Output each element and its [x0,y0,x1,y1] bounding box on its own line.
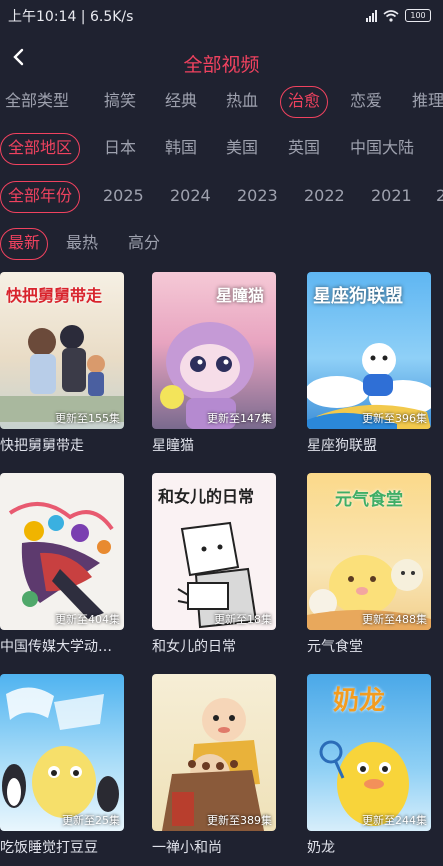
header: 全部视频 [0,40,443,82]
poster-art [162,698,264,831]
video-poster[interactable]: 快把舅舅带走 更新至155集 [0,272,124,429]
video-poster[interactable]: 星座狗联盟 更新至396集 [307,272,431,429]
poster-art [2,687,119,818]
filter-type-action[interactable]: 热血 [226,86,258,116]
filter-type-funny[interactable]: 搞笑 [104,86,136,116]
video-title[interactable]: 星座狗联盟 [307,435,431,455]
update-badge: 更新至389集 [207,814,272,827]
signal-icon [366,9,377,22]
update-badge: 更新至396集 [362,412,427,425]
video-poster[interactable]: 奶龙 更新至244集 [307,674,431,831]
battery-icon: 100 [405,9,431,22]
region-filter-row: 全部地区 日本 韩国 美国 英国 中国大陆 [0,133,443,167]
video-title[interactable]: 元气食堂 [307,636,431,656]
poster-title-text: 奶龙 [333,686,386,716]
video-title[interactable]: 吃饭睡觉打豆豆 [0,837,124,857]
video-poster[interactable]: 更新至25集 [0,674,124,831]
poster-art [8,501,114,619]
filter-year-2024[interactable]: 2024 [170,181,211,211]
filter-year-more[interactable]: 2 [436,181,443,211]
status-icons: 100 [366,9,431,22]
year-filter-row: 全部年份 2025 2024 2023 2022 2021 2 [0,181,443,215]
filter-region-korea[interactable]: 韩国 [165,133,197,163]
filter-region-all[interactable]: 全部地区 [0,133,81,165]
filter-region-usa[interactable]: 美国 [226,133,258,163]
video-title[interactable]: 和女儿的日常 [152,636,276,656]
video-poster[interactable]: 元气食堂 更新至488集 [307,473,431,630]
video-title[interactable]: 快把舅舅带走 [0,435,124,455]
wifi-icon [383,9,399,22]
video-poster[interactable]: 和女儿的日常 更新至18集 [152,473,276,630]
poster-title-text: 元气食堂 [335,490,403,510]
filter-type-classic[interactable]: 经典 [165,86,197,116]
update-badge: 更新至147集 [207,412,272,425]
status-bar: 上午10:14 | 6.5K/s 100 [0,0,443,32]
filter-region-japan[interactable]: 日本 [104,133,136,163]
filter-type-romance[interactable]: 恋爱 [350,86,382,116]
filter-type-all[interactable]: 全部类型 [5,86,69,116]
filter-region-uk[interactable]: 英国 [288,133,320,163]
video-title[interactable]: 中国传媒大学动… [0,636,124,656]
sort-hottest[interactable]: 最热 [66,228,98,258]
poster-title-text: 星座狗联盟 [313,286,403,307]
video-poster[interactable]: 更新至404集 [0,473,124,630]
video-title[interactable]: 奶龙 [307,837,431,857]
update-badge: 更新至25集 [62,814,120,827]
video-poster[interactable]: 星瞳猫 更新至147集 [152,272,276,429]
filter-year-2021[interactable]: 2021 [371,181,412,211]
page-title: 全部视频 [183,54,260,76]
filter-year-2023[interactable]: 2023 [237,181,278,211]
status-time-speed: 上午10:14 | 6.5K/s [8,9,134,25]
video-title[interactable]: 一禅小和尚 [152,837,276,857]
sort-top-rated[interactable]: 高分 [128,228,160,258]
video-title[interactable]: 星瞳猫 [152,435,276,455]
type-filter-row: 全部类型 搞笑 经典 热血 治愈 恋爱 推理 [0,86,443,120]
filter-year-all[interactable]: 全部年份 [0,181,81,213]
video-poster[interactable]: 更新至389集 [152,674,276,831]
update-badge: 更新至244集 [362,814,427,827]
update-badge: 更新至488集 [362,613,427,626]
update-badge: 更新至155集 [55,412,120,425]
sort-newest[interactable]: 最新 [0,228,49,260]
filter-type-healing[interactable]: 治愈 [280,86,329,118]
poster-title-text: 和女儿的日常 [158,487,255,506]
update-badge: 更新至18集 [214,613,272,626]
filter-year-2025[interactable]: 2025 [103,181,144,211]
filter-year-2022[interactable]: 2022 [304,181,345,211]
poster-art [0,325,124,422]
update-badge: 更新至404集 [55,613,120,626]
filter-type-mystery[interactable]: 推理 [412,86,443,116]
sort-filter-row: 最新 最热 高分 [0,228,443,262]
filter-region-china[interactable]: 中国大陆 [350,133,414,163]
